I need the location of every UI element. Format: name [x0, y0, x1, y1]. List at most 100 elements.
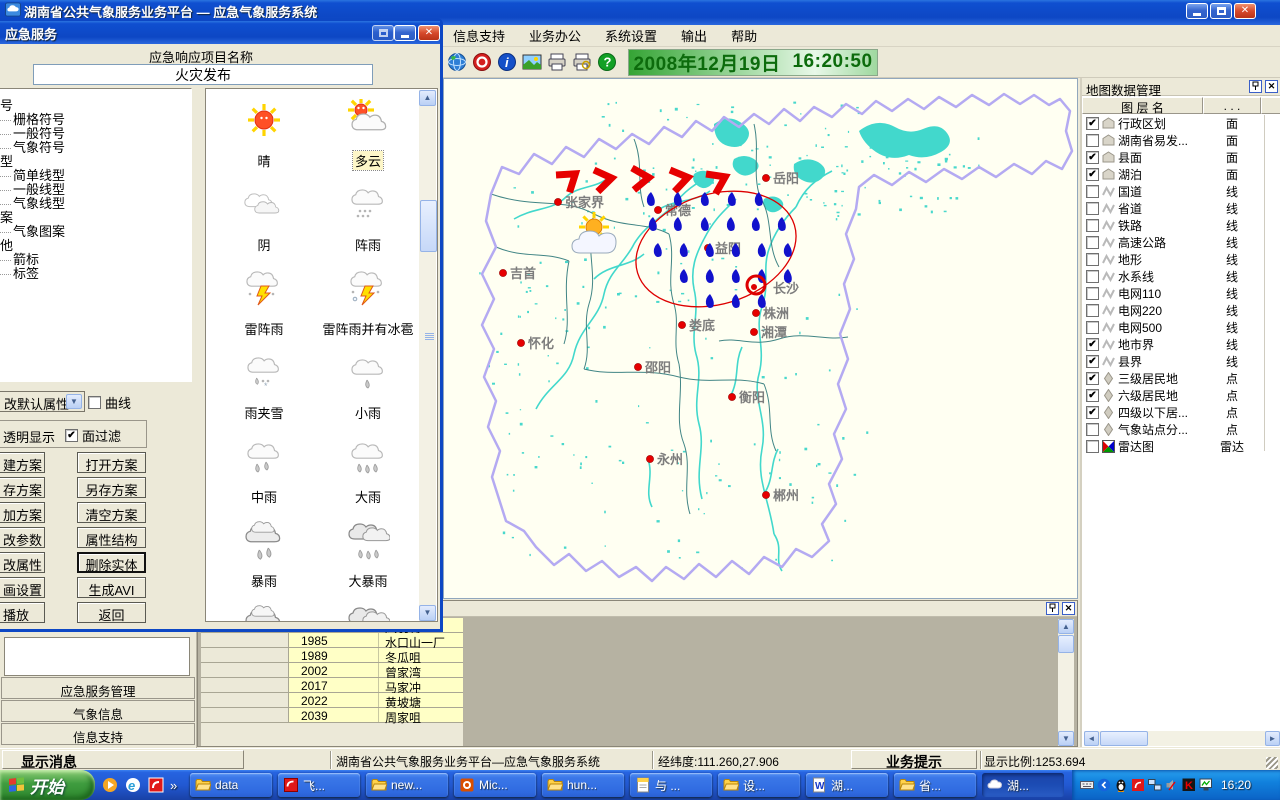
pin-icon[interactable]: [1046, 602, 1059, 615]
taskbar-button-Mic...[interactable]: Mic...: [454, 773, 536, 797]
weather-symbol-多云[interactable]: 多云: [318, 97, 418, 170]
network-icon[interactable]: [1148, 778, 1163, 792]
layer-row-电网110[interactable]: 电网110线: [1082, 285, 1280, 302]
layers-horizontal-scrollbar[interactable]: ◄ ►: [1084, 731, 1280, 746]
scroll-right-icon[interactable]: ►: [1265, 731, 1280, 746]
table-row[interactable]: 1985水口山一厂: [201, 633, 463, 648]
layer-checkbox[interactable]: ✔: [1086, 355, 1099, 368]
pin-icon[interactable]: [1249, 80, 1262, 93]
layer-row-县面[interactable]: ✔县面面: [1082, 149, 1280, 166]
scrollbar-thumb[interactable]: [1100, 731, 1148, 746]
table-row[interactable]: 2002曾家湾: [201, 663, 463, 678]
scrollbar-thumb[interactable]: [1058, 635, 1074, 653]
layer-row-电网220[interactable]: 电网220线: [1082, 302, 1280, 319]
weather-symbol-雨夹雪[interactable]: *雨夹雪: [214, 349, 314, 422]
layer-row-三级居民地[interactable]: ✔三级居民地点: [1082, 370, 1280, 387]
dialog-button-改参数[interactable]: 改参数: [0, 527, 45, 548]
scroll-left-icon[interactable]: ◄: [1084, 731, 1099, 746]
layer-checkbox[interactable]: ✔: [1086, 338, 1099, 351]
stop-icon[interactable]: [471, 51, 493, 73]
layer-checkbox[interactable]: [1086, 219, 1099, 232]
layers-close-icon[interactable]: ✕: [1265, 80, 1278, 93]
quicklaunch-overflow-icon[interactable]: »: [170, 778, 177, 793]
media-icon[interactable]: [100, 775, 120, 795]
volume-icon[interactable]: [1165, 778, 1180, 792]
window-maximize-button[interactable]: [1210, 3, 1232, 19]
project-name-input[interactable]: [33, 64, 373, 85]
tree-item-1-1[interactable]: 一般线型: [0, 183, 191, 197]
dialog-button-删除实体[interactable]: 删除实体: [77, 552, 146, 573]
tree-item-3-1[interactable]: 标签: [0, 267, 191, 281]
menu-item-1[interactable]: 业务办公: [519, 24, 591, 47]
dialog-button-返回[interactable]: 返回: [77, 602, 146, 623]
weather-symbol-中雨[interactable]: 中雨: [214, 433, 314, 506]
layer-checkbox[interactable]: ✔: [1086, 151, 1099, 164]
tree-item-0-1[interactable]: 一般符号: [0, 127, 191, 141]
window-close-button[interactable]: ✕: [1234, 3, 1256, 19]
kaspersky-icon[interactable]: K: [1182, 778, 1197, 792]
sidebar-listbox[interactable]: [4, 637, 190, 676]
face-filter-checkbox[interactable]: ✔ 面过滤: [65, 426, 121, 445]
layer-checkbox[interactable]: [1086, 253, 1099, 266]
dialog-button-改属性[interactable]: 改属性: [0, 552, 45, 573]
table-row[interactable]: 2039周家咀: [201, 708, 463, 723]
sidebar-bar-信息支持[interactable]: 信息支持: [1, 723, 195, 745]
fetion-icon[interactable]: [1131, 778, 1146, 792]
layer-checkbox[interactable]: [1086, 423, 1099, 436]
scroll-down-icon[interactable]: ▼: [1058, 731, 1074, 746]
info-icon[interactable]: i: [496, 51, 518, 73]
layer-row-高速公路[interactable]: 高速公路线: [1082, 234, 1280, 251]
image-icon[interactable]: [521, 51, 543, 73]
bottom-panel-close-icon[interactable]: ✕: [1062, 602, 1075, 615]
scroll-up-icon[interactable]: ▲: [419, 90, 436, 106]
window-minimize-button[interactable]: [1186, 3, 1208, 19]
layer-checkbox[interactable]: [1086, 236, 1099, 249]
fetion-icon[interactable]: [146, 775, 166, 795]
weather-symbol-extra-13[interactable]: [318, 601, 418, 622]
dialog-minimize-button[interactable]: [394, 25, 416, 41]
dialog-button-打开方案[interactable]: 打开方案: [77, 452, 146, 473]
layer-row-国道[interactable]: 国道线: [1082, 183, 1280, 200]
dialog-button-另存方案[interactable]: 另存方案: [77, 477, 146, 498]
weather-symbol-晴[interactable]: 晴: [214, 97, 314, 170]
layer-checkbox[interactable]: [1086, 270, 1099, 283]
scroll-up-icon[interactable]: ▲: [1058, 619, 1074, 634]
language-icon[interactable]: [1097, 778, 1112, 792]
ie-icon[interactable]: e: [123, 775, 143, 795]
taskbar-button-设...[interactable]: 设...: [718, 773, 800, 797]
layer-checkbox[interactable]: [1086, 440, 1099, 453]
dialog-restore-button[interactable]: [372, 25, 394, 41]
layer-row-地形[interactable]: 地形线: [1082, 251, 1280, 268]
layer-checkbox[interactable]: ✔: [1086, 117, 1099, 130]
qq-icon[interactable]: [1114, 778, 1129, 792]
dialog-button-加方案[interactable]: 加方案: [0, 502, 45, 523]
column-header-extra[interactable]: [1261, 97, 1280, 114]
tree-group-3[interactable]: 其他: [0, 239, 191, 253]
monitor-icon[interactable]: [1199, 778, 1214, 792]
checkbox-icon[interactable]: ✔: [65, 429, 78, 442]
weather-symbol-雷阵雨并有冰雹[interactable]: 雷阵雨并有冰雹: [318, 265, 418, 338]
dialog-button-建方案[interactable]: 建方案: [0, 452, 45, 473]
layer-row-六级居民地[interactable]: ✔六级居民地点: [1082, 387, 1280, 404]
layer-row-气象站点分...[interactable]: 气象站点分...点: [1082, 421, 1280, 438]
layer-row-行政区划[interactable]: ✔行政区划面: [1082, 115, 1280, 132]
menu-item-0[interactable]: 信息支持: [443, 24, 515, 47]
map-canvas[interactable]: 岳阳张家界常德益阳吉首长沙株洲湘潭娄底怀化邵阳衡阳永州郴州: [443, 78, 1078, 599]
chevron-down-icon[interactable]: ▼: [66, 394, 82, 409]
tree-group-1[interactable]: 线型: [0, 155, 191, 169]
symbol-category-tree[interactable]: 符号栅格符号一般符号气象符号线型简单线型一般线型气象线型图案气象图案其他箭标标签: [0, 88, 192, 382]
column-header-layer-name[interactable]: 图 层 名: [1082, 97, 1203, 114]
print-preview-icon[interactable]: [571, 51, 593, 73]
dialog-button-生成AVI[interactable]: 生成AVI: [77, 577, 146, 598]
weather-symbol-extra-12[interactable]: [214, 601, 314, 622]
menu-item-2[interactable]: 系统设置: [595, 24, 667, 47]
taskbar-button-湖...[interactable]: 湖...: [982, 773, 1064, 797]
weather-symbol-大雨[interactable]: 大雨: [318, 433, 418, 506]
sidebar-bar-应急服务管理[interactable]: 应急服务管理: [1, 677, 195, 699]
tray-clock[interactable]: 16:20: [1221, 778, 1251, 792]
weather-symbol-雷阵雨[interactable]: 雷阵雨: [214, 265, 314, 338]
print-icon[interactable]: [546, 51, 568, 73]
taskbar-button-new...[interactable]: new...: [366, 773, 448, 797]
scroll-down-icon[interactable]: ▼: [419, 605, 436, 621]
layer-checkbox[interactable]: [1086, 304, 1099, 317]
